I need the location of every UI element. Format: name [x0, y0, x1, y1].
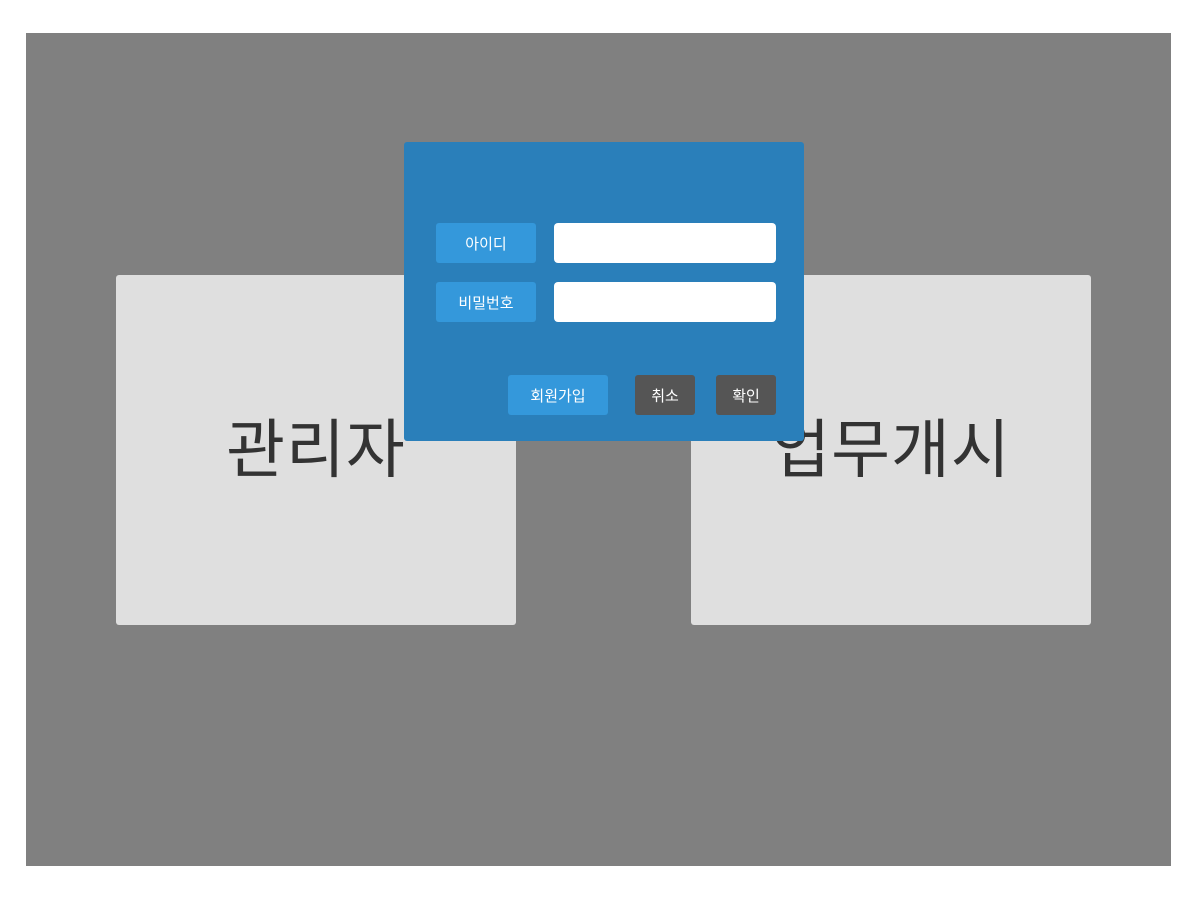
- id-label: 아이디: [436, 223, 536, 263]
- id-input[interactable]: [554, 223, 776, 263]
- password-input[interactable]: [554, 282, 776, 322]
- confirm-button[interactable]: 확인: [716, 375, 776, 415]
- login-dialog: 아이디 비밀번호 회원가입 취소 확인: [404, 142, 804, 441]
- signup-button[interactable]: 회원가입: [508, 375, 608, 415]
- password-label: 비밀번호: [436, 282, 536, 322]
- cancel-button[interactable]: 취소: [635, 375, 695, 415]
